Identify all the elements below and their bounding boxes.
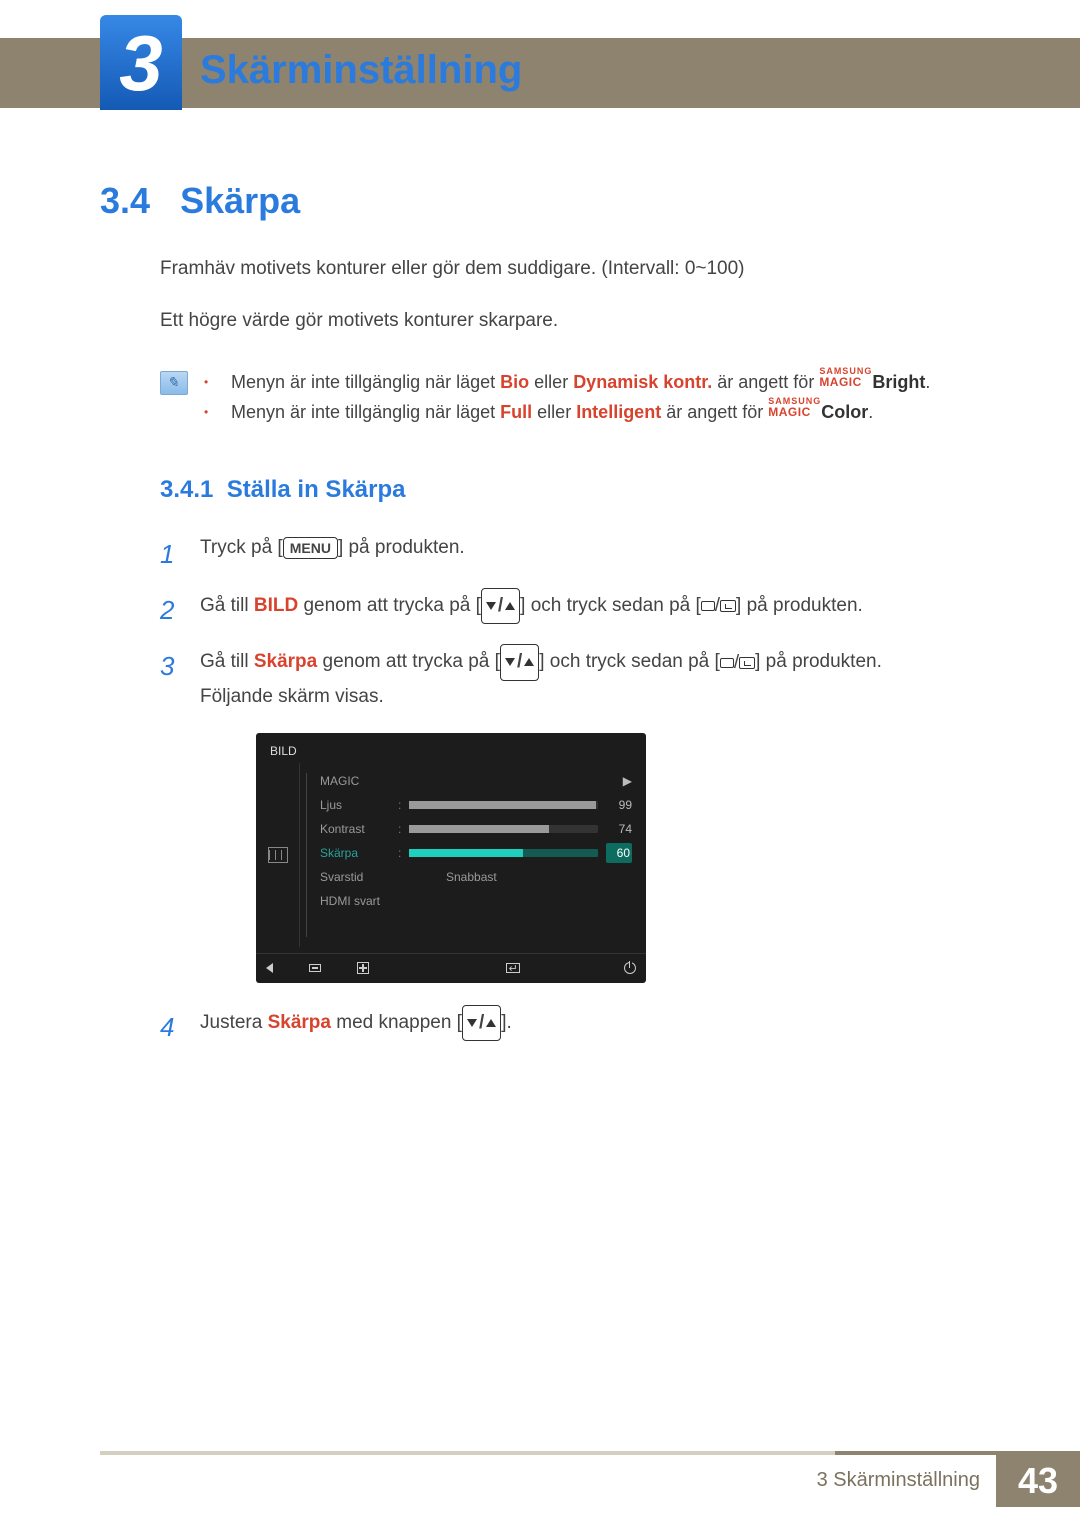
osd-enter-icon [506, 963, 520, 973]
chapter-tab: 3 [100, 15, 182, 110]
page-number: 43 [1018, 1460, 1058, 1502]
osd-minus-icon [309, 964, 321, 972]
source-enter-icon: / [720, 652, 755, 673]
intro-paragraph-1: Framhäv motivets konturer eller gör dem … [160, 254, 980, 284]
step-4: 4 Justera Skärpa med knappen [/]. [160, 999, 980, 1055]
subsection-heading: 3.4.1 Ställa in Skärpa [160, 476, 980, 504]
note-item-2: Menyn är inte tillgänglig när läget Full… [204, 397, 930, 428]
down-up-buttons-icon: / [481, 588, 520, 624]
chapter-number: 3 [119, 24, 162, 102]
osd-bottom-icons [256, 953, 646, 983]
osd-row: Skärpa:60 [320, 841, 632, 865]
footer-chapter-ref: 3 Skärminställning [817, 1469, 980, 1492]
samsung-magic-label: SAMSUNGMAGIC [819, 367, 872, 388]
step-2: 2 Gå till BILD genom att trycka på [/] o… [160, 582, 980, 638]
body: 3.4 Skärpa Framhäv motivets konturer ell… [100, 180, 980, 1055]
footer: 3 Skärminställning 43 [0, 1451, 1080, 1507]
chapter-title: Skärminställning [200, 48, 522, 93]
note-list: Menyn är inte tillgänglig när läget Bio … [204, 367, 930, 428]
down-up-buttons-icon: / [462, 1005, 501, 1041]
menu-button-icon: MENU [283, 537, 338, 559]
section-title: Skärpa [180, 180, 300, 221]
intro-paragraph-2: Ett högre värde gör motivets konturer sk… [160, 306, 980, 336]
note-icon [160, 371, 188, 395]
note-block: Menyn är inte tillgänglig när läget Bio … [160, 367, 980, 428]
osd-side-icon [256, 763, 300, 947]
osd-power-icon [624, 962, 636, 974]
samsung-magic-label: SAMSUNGMAGIC [768, 397, 821, 418]
osd-screenshot: BILD MAGIC▶Ljus:99Kontrast:74Skärpa:60Sv… [256, 733, 646, 983]
footer-page-box: 43 [996, 1455, 1080, 1507]
osd-row: Kontrast:74 [320, 817, 632, 841]
step-1: 1 Tryck på [MENU] på produkten. [160, 526, 980, 582]
section-heading: 3.4 Skärpa [100, 180, 980, 222]
osd-plus-icon [357, 962, 369, 974]
section-number: 3.4 [100, 180, 150, 221]
osd-row: MAGIC▶ [320, 769, 632, 793]
osd-row: SvarstidSnabbast [320, 865, 632, 889]
osd-title: BILD [270, 741, 297, 761]
note-item-1: Menyn är inte tillgänglig när läget Bio … [204, 367, 930, 398]
osd-rows: MAGIC▶Ljus:99Kontrast:74Skärpa:60Svarsti… [314, 763, 646, 947]
steps-list: 1 Tryck på [MENU] på produkten. 2 Gå til… [160, 526, 980, 1055]
osd-row: Ljus:99 [320, 793, 632, 817]
source-enter-icon: / [701, 595, 736, 616]
osd-row: HDMI svart [320, 889, 632, 913]
manual-page: 3 Skärminställning 3.4 Skärpa Framhäv mo… [0, 0, 1080, 1527]
down-up-buttons-icon: / [500, 644, 539, 680]
footer-divider [100, 1451, 1080, 1455]
osd-back-icon [266, 963, 273, 973]
step-3: 3 Gå till Skärpa genom att trycka på [/]… [160, 638, 980, 999]
